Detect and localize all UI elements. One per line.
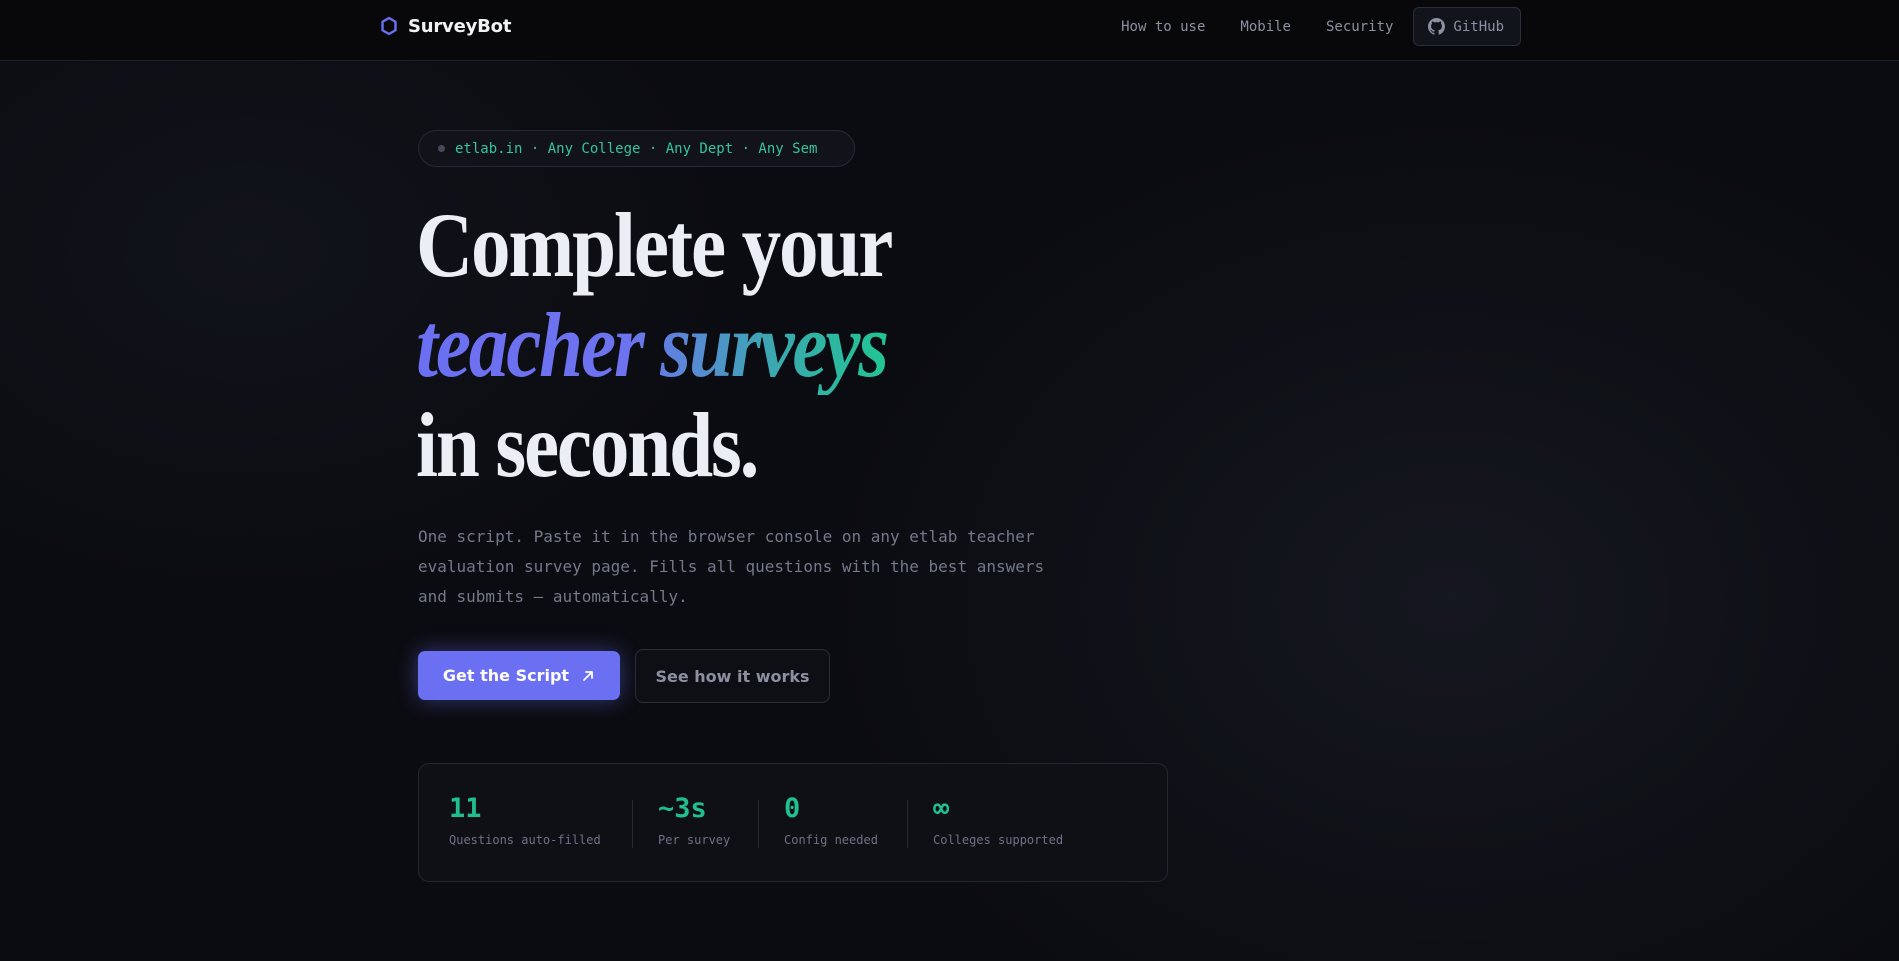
stat-time: ~3s Per survey — [658, 793, 731, 848]
brand-logo[interactable]: SurveyBot — [380, 13, 511, 39]
platform-tag-text: etlab.in · Any College · Any Dept · Any … — [455, 140, 818, 157]
hero-description: One script. Paste it in the browser cons… — [418, 527, 1045, 606]
stat-label: Per survey — [658, 833, 731, 847]
stat-divider — [758, 800, 759, 848]
see-how-it-works-label: See how it works — [655, 666, 810, 686]
platform-tag: etlab.in · Any College · Any Dept · Any … — [418, 130, 855, 167]
get-script-label: Get the Script — [442, 666, 570, 685]
stat-value: 0 — [784, 793, 801, 824]
stats-card: 11 Questions auto-filled ~3s Per survey … — [418, 763, 1168, 882]
get-script-button[interactable]: Get the Script — [418, 651, 620, 700]
stat-value: ~3s — [658, 793, 707, 824]
top-nav: SurveyBot How to use Mobile Security Git… — [0, 0, 1899, 61]
stat-divider — [907, 800, 908, 848]
github-label: GitHub — [1453, 18, 1504, 35]
hexagon-icon — [381, 16, 397, 36]
see-how-it-works-button[interactable]: See how it works — [635, 649, 830, 703]
headline-line-3: in seconds. — [416, 394, 759, 496]
stat-label: Colleges supported — [933, 833, 1064, 847]
github-icon — [1428, 18, 1446, 35]
stat-colleges: ∞ Colleges supported — [933, 793, 1064, 848]
headline-line-1: Complete your — [416, 194, 893, 296]
stat-value: ∞ — [933, 793, 950, 824]
stat-value: 11 — [449, 793, 482, 824]
stat-questions: 11 Questions auto-filled — [449, 793, 601, 848]
headline-line-2: teacher surveys — [416, 295, 891, 395]
nav-link-mobile[interactable]: Mobile — [1240, 19, 1291, 35]
nav-link-how-to-use[interactable]: How to use — [1121, 19, 1205, 35]
stat-config: 0 Config needed — [784, 793, 878, 848]
status-dot-icon — [438, 145, 445, 152]
github-button[interactable]: GitHub — [1413, 7, 1521, 46]
stat-label: Config needed — [784, 833, 878, 847]
arrow-up-right-icon — [583, 670, 593, 681]
stat-label: Questions auto-filled — [449, 833, 601, 847]
stat-divider — [632, 800, 633, 848]
nav-link-security[interactable]: Security — [1326, 19, 1393, 35]
nav-links: How to use Mobile Security GitHub — [1121, 7, 1521, 46]
hero-headline: Complete your teacher surveys in seconds… — [416, 194, 893, 496]
page: SurveyBot How to use Mobile Security Git… — [0, 0, 1899, 961]
brand-name: SurveyBot — [408, 15, 512, 37]
